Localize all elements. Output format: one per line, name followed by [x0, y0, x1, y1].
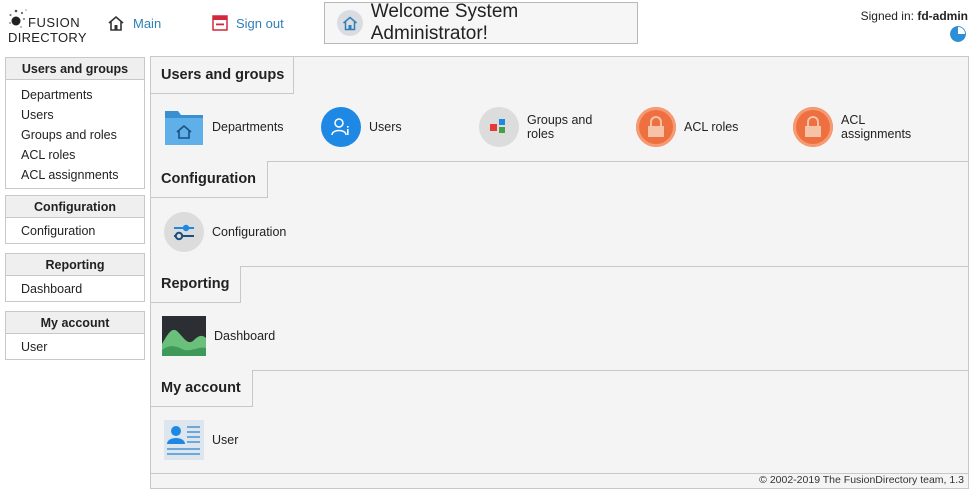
sidebar-item-configuration[interactable]: Configuration — [6, 221, 144, 241]
area-chart-icon — [162, 316, 206, 356]
tile-label: Groups and roles — [527, 113, 593, 141]
tile-user[interactable]: User — [164, 420, 238, 460]
sidebar-item-groups-and-roles[interactable]: Groups and roles — [6, 125, 144, 145]
tile-dashboard[interactable]: Dashboard — [162, 316, 275, 356]
main-content: Users and groups Departments Users Group… — [150, 56, 969, 489]
sidebar-group-title: Users and groups — [6, 58, 144, 80]
signout-icon — [212, 15, 228, 31]
tile-label: ACL assignments — [841, 113, 912, 141]
main-link-label: Main — [133, 15, 162, 31]
section-title-reporting: Reporting — [151, 266, 241, 303]
sidebar-group-title: My account — [6, 312, 144, 334]
sidebar-item-dashboard[interactable]: Dashboard — [6, 279, 144, 299]
tile-configuration[interactable]: Configuration — [164, 212, 286, 252]
session-timer-icon — [950, 26, 966, 42]
logo-text-directory: DIRECTORY — [8, 30, 87, 45]
signed-in-label: Signed in: — [860, 9, 914, 23]
signed-in-user[interactable]: fd-admin — [917, 9, 968, 23]
tile-acl-assignments[interactable]: ACL assignments — [793, 107, 933, 147]
sidebar-group-reporting: Reporting Dashboard — [5, 253, 145, 302]
tile-users[interactable]: Users — [321, 107, 402, 147]
tile-departments[interactable]: Departments — [164, 107, 284, 147]
tile-acl-roles[interactable]: ACL roles — [636, 107, 738, 147]
sidebar-item-departments[interactable]: Departments — [6, 85, 144, 105]
signout-link-label: Sign out — [236, 15, 284, 31]
lock-icon — [636, 107, 676, 147]
welcome-banner: Welcome System Administrator! — [324, 1, 638, 44]
section-divider — [151, 370, 968, 371]
tile-label: ACL roles — [684, 120, 739, 134]
section-title-my-account: My account — [151, 370, 253, 407]
folder-home-icon — [165, 111, 203, 145]
logo-swirl-icon — [9, 9, 27, 28]
section-title-configuration: Configuration — [151, 161, 268, 198]
logo-text-fusion: FUSION — [28, 15, 81, 30]
main-link[interactable]: Main — [107, 13, 161, 33]
welcome-text: Welcome System Administrator! — [370, 1, 519, 44]
home-icon — [108, 15, 124, 31]
tile-label: Dashboard — [214, 329, 276, 343]
tile-label: Configuration — [212, 225, 287, 239]
sidebar-group-title: Configuration — [6, 196, 144, 218]
sidebar-item-users[interactable]: Users — [6, 105, 144, 125]
signed-in-info: Signed in: fd-admin — [861, 9, 968, 23]
sliders-icon — [164, 212, 204, 252]
user-icon — [321, 107, 361, 147]
tile-label: User — [212, 433, 239, 447]
sidebar-group-configuration: Configuration Configuration — [5, 195, 145, 244]
sidebar-group-users-and-groups: Users and groups Departments Users Group… — [5, 57, 145, 189]
section-title-users-and-groups: Users and groups — [151, 57, 294, 94]
sidebar-group-my-account: My account User — [5, 311, 145, 360]
id-card-icon — [164, 420, 204, 460]
tile-groups-and-roles[interactable]: Groups and roles — [479, 107, 609, 147]
groups-icon — [479, 107, 519, 147]
fusiondirectory-logo: FUSION DIRECTORY — [6, 4, 86, 48]
sidebar-item-acl-roles[interactable]: ACL roles — [6, 145, 144, 165]
section-divider — [151, 161, 968, 162]
home-circle-icon — [337, 10, 363, 36]
sidebar-item-acl-assignments[interactable]: ACL assignments — [6, 165, 144, 185]
sidebar-item-user[interactable]: User — [6, 337, 144, 357]
section-divider — [151, 266, 968, 267]
tile-label: Users — [369, 120, 402, 134]
footer-copyright: © 2002-2019 The FusionDirectory team, 1.… — [759, 474, 964, 486]
lock-icon — [793, 107, 833, 147]
signout-link[interactable]: Sign out — [212, 13, 284, 33]
tile-label: Departments — [212, 120, 284, 134]
sidebar-group-title: Reporting — [6, 254, 144, 276]
